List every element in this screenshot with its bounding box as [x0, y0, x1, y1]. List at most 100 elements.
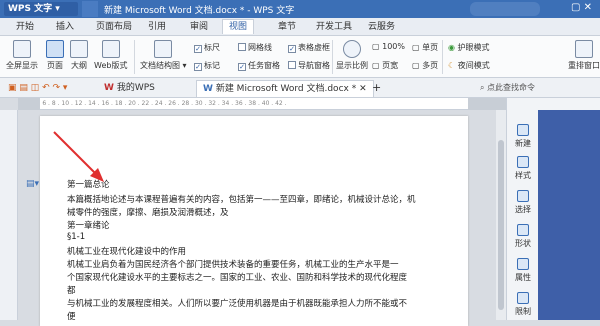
sidebar-item-style[interactable]: 样式: [510, 156, 536, 181]
tab-cloud[interactable]: 云服务: [362, 20, 401, 35]
nav-pane-checkbox[interactable]: 导航窗格: [288, 60, 330, 71]
tab-reference[interactable]: 引用: [142, 20, 172, 35]
doc-line: 便: [67, 312, 76, 322]
tab-start[interactable]: 开始: [10, 20, 40, 35]
outline-label: 大纲: [71, 61, 87, 70]
page-icon: [46, 40, 64, 58]
lock-icon: [517, 292, 529, 304]
shape-icon: [517, 224, 529, 236]
page-label: 页面: [47, 61, 63, 70]
multi-page-label: 多页: [422, 61, 439, 70]
web-layout-button[interactable]: Web版式: [94, 40, 127, 71]
document-icon[interactable]: [82, 1, 98, 17]
horizontal-ruler[interactable]: L 2 . 4 . 6 . 8 . 10 . 12 . 14 . 16 . 18…: [18, 98, 506, 110]
sidebar-blue-panel: [538, 110, 600, 320]
divider: [332, 40, 333, 74]
multi-page-button[interactable]: ▢ 多页: [412, 60, 438, 71]
user-avatar[interactable]: [470, 2, 540, 16]
ruler-label: 标尺: [204, 43, 220, 52]
sidebar-item-restrict[interactable]: 限制: [510, 292, 536, 317]
eye-protect-button[interactable]: ◉ 护眼模式: [448, 42, 490, 53]
tab-page-layout[interactable]: 页面布局: [90, 20, 138, 35]
sidebar-label: 限制: [515, 307, 531, 316]
outline-icon: [70, 40, 88, 58]
checkbox-icon: [238, 43, 246, 51]
cursor-icon: [517, 190, 529, 202]
style-icon: [517, 156, 529, 168]
tab-insert[interactable]: 插入: [50, 20, 80, 35]
rearrange-button[interactable]: 重排窗口: [568, 40, 600, 71]
doc-structure-icon: [154, 40, 173, 58]
moon-icon: ☾: [448, 61, 456, 70]
app-name: WPS 文字: [8, 4, 53, 14]
doc-structure-label: 文档结构图: [140, 61, 180, 70]
sidebar-label: 属性: [515, 273, 531, 282]
table-guides-label: 表格虚框: [298, 43, 330, 52]
page-width-button[interactable]: ▢ 页宽: [372, 60, 398, 71]
tab-review[interactable]: 审阅: [184, 20, 214, 35]
nav-pane-label: 导航窗格: [298, 61, 330, 70]
web-layout-label: Web版式: [94, 61, 128, 70]
tab-developer[interactable]: 开发工具: [310, 20, 358, 35]
sidebar-label: 形状: [515, 239, 531, 248]
sidebar-item-properties[interactable]: 属性: [510, 258, 536, 283]
divider: [134, 40, 135, 74]
zoom-label: 显示比例: [336, 61, 368, 70]
hundred-percent-button[interactable]: ▢ 100%: [372, 42, 405, 51]
paragraph-icon[interactable]: ▤▾: [26, 179, 39, 189]
doc-structure-button[interactable]: 文档结构图 ▾: [140, 40, 187, 71]
eye-icon: ◉: [448, 43, 455, 52]
check-icon: ✓: [238, 63, 246, 71]
tab-my-wps[interactable]: W 我的WPS: [98, 80, 161, 97]
window-controls[interactable]: ▢ ✕: [571, 2, 592, 13]
tab-view[interactable]: 视图: [222, 19, 255, 34]
ruler-checkbox[interactable]: ✓ 标尺: [194, 42, 220, 53]
sidebar-label: 新建: [515, 139, 531, 148]
zoom-button[interactable]: 显示比例: [336, 40, 368, 71]
single-page-label: 单页: [422, 43, 439, 52]
outline-button[interactable]: 大纲: [70, 40, 88, 71]
night-mode-label: 夜间模式: [457, 61, 490, 70]
new-tab-button[interactable]: +: [366, 80, 387, 97]
sidebar-item-shape[interactable]: 形状: [510, 224, 536, 249]
tab-section[interactable]: 章节: [272, 20, 302, 35]
page-width-label: 页宽: [382, 61, 399, 70]
task-pane-label: 任务窗格: [248, 61, 280, 70]
check-icon: ✓: [194, 45, 202, 53]
markup-label: 标记: [204, 61, 220, 70]
quick-access-toolbar[interactable]: ▣ ▤ ◫ ↶ ↷ ▾: [2, 80, 73, 97]
magnifier-icon: [343, 40, 361, 58]
markup-checkbox[interactable]: ✓ 标记: [194, 60, 220, 71]
properties-icon: [517, 258, 529, 270]
rearrange-label: 重排窗口: [568, 61, 600, 70]
check-icon: ✓: [288, 45, 296, 53]
doc-line: 机械工业肩负着为国民经济各个部门提供技术装备的重要任务，机械工业的生产水平是一: [67, 260, 399, 270]
search-placeholder: 点此查找命令: [487, 83, 536, 92]
tab-current-document[interactable]: W 新建 Microsoft Word 文档.docx * ✕: [196, 80, 374, 97]
window-title: 新建 Microsoft Word 文档.docx * - WPS 文字: [104, 6, 295, 16]
sidebar-item-new[interactable]: 新建: [510, 124, 536, 149]
night-mode-button[interactable]: ☾ 夜间模式: [448, 60, 490, 71]
scrollbar-thumb[interactable]: [498, 140, 504, 310]
word-doc-icon: W: [203, 84, 213, 94]
doc-line: 个国家现代化建设水平的主要标志之一。国家的工业、农业、国防和科学技术的现代化程度: [67, 273, 408, 283]
table-guides-checkbox[interactable]: ✓ 表格虚框: [288, 42, 330, 53]
command-search[interactable]: ⌕ 点此查找命令: [476, 80, 600, 96]
app-menu-button[interactable]: WPS 文字 ▾: [4, 2, 78, 16]
check-icon: ✓: [194, 63, 202, 71]
search-icon: ⌕: [480, 83, 485, 92]
fullscreen-icon: [13, 40, 31, 58]
full-display-label: 全屏显示: [6, 61, 38, 70]
ruler-left-margin: [18, 98, 40, 110]
single-page-button[interactable]: ▢ 单页: [412, 42, 438, 53]
full-display-button[interactable]: 全屏显示: [6, 40, 38, 71]
page-view-button[interactable]: 页面: [46, 40, 64, 71]
doc-line: 与机械工业的发展程度相关。人们所以要广泛使用机器是由于机器既能承担人力所不能或不: [67, 299, 408, 309]
checkbox-icon: [288, 61, 296, 69]
web-layout-icon: [101, 40, 120, 58]
task-pane-checkbox[interactable]: ✓ 任务窗格: [238, 60, 280, 71]
wps-logo-icon: W: [104, 83, 114, 93]
sidebar-item-select[interactable]: 选择: [510, 190, 536, 215]
doc-line: §1-1: [67, 232, 86, 242]
gridlines-checkbox[interactable]: 网格线: [238, 42, 272, 53]
